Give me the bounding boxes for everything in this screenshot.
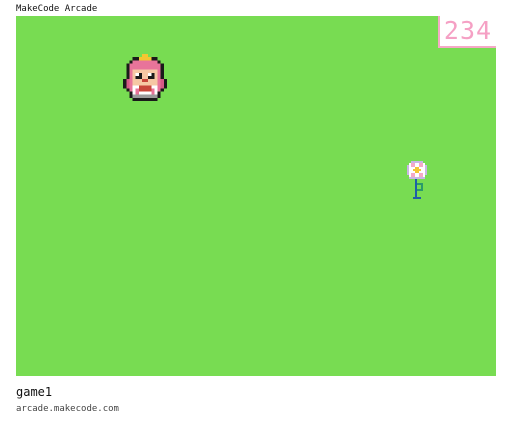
flower-sprite-icon [407, 161, 427, 199]
score-display: 234 [438, 16, 496, 48]
game-url[interactable]: arcade.makecode.com [16, 403, 119, 415]
game-screen[interactable]: 234 [16, 16, 496, 376]
app-title: MakeCode Arcade [16, 4, 98, 14]
score-value: 234 [443, 16, 493, 45]
game-name: game1 [16, 385, 53, 399]
player-sprite-icon [123, 54, 167, 101]
